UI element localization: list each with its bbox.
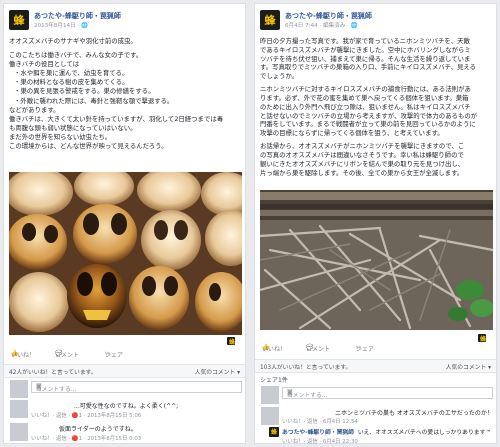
left-post: 蜂 あつたや-蜂駆り師・罠猟師 2013年8月14日 · 🌐 オオスズメバチのサ… [3, 3, 246, 444]
post-line: このこたちは働きバチで、みんな女の子です。 [9, 51, 143, 60]
comment-meta[interactable]: いいね！· 返信 · 🔴1 · 2013年8月15日 5:06 [31, 411, 141, 419]
comment-text: ...可愛な性なのですね。よく柔く(^^; [74, 403, 179, 410]
post-header: 蜂 あつたや-蜂駆り師・罠猟師 6月4日 7:44 · 編集済み · 🌐 [260, 9, 491, 33]
likes-count[interactable]: 42人がいいね！と言っています。 [9, 367, 97, 376]
post-line: この環境からは、どんな世界が映って見えるんだろう。 [9, 142, 168, 151]
post-line: 攻撃の目標にならずに帰ってくる個体を狙う、と考えています。 [260, 129, 444, 138]
page-name[interactable]: あつたや-蜂駆り師・罠猟師 [285, 11, 372, 21]
comment-author[interactable]: あつたや-蜂駆り師・罠猟師 いえ、オオスズメバチへの愛はしっかりあります™ [282, 427, 491, 436]
post-actions: 👍 いいね！ 💬 コメント ↪ シェア [262, 344, 375, 353]
avatar[interactable] [10, 380, 28, 398]
post-line: ・外敵に襲われた際には、毒針と強靭な顎で撃退する。 [14, 96, 174, 105]
post-line: であるキイロスズメバチが襲撃にきました。空中にホバリングしながらミ [260, 45, 471, 54]
post-line: 昨日の夕方撮った写真です。我が家で育っているニホンミツバチを、天敵 [260, 37, 470, 45]
comment-meta[interactable]: いいね！· 返信 · 🔴1 · 2013年8月15日 0:03 [31, 434, 141, 442]
likes-bar: 103人がいいね！と言っています。 人気のコメント ▾ [255, 359, 496, 373]
right-post: 蜂 あつたや-蜂駆り師・罠猟師 6月4日 7:44 · 編集済み · 🌐 昨日の… [254, 3, 497, 445]
post-line: ・巣の異を見張る警戒をする。巣の修繕をする。 [14, 87, 155, 96]
post-body: オオスズメバチのサナギや羽化寸前の成虫。 このこたちは働きバチで、みんな女の子で… [9, 37, 240, 151]
page-logo-icon[interactable]: 蜂 [260, 10, 280, 30]
post-timestamp[interactable]: 6月4日 7:44 · 編集済み · 🌐 [285, 21, 358, 29]
likes-bar: 42人がいいね！と言っています。 人気のコメント ▾ [4, 364, 245, 378]
post-line: ニホンミツバチに対するキイロスズメバチの捕食行動には、ある法則があ [260, 85, 471, 94]
post-line: ります。必ず、外で花の蜜を集めて巣へ戻ってくる個体を狙います。巣箱 [260, 93, 469, 102]
likes-count[interactable]: 103人がいいね！と言っています。 [260, 362, 351, 371]
avatar[interactable] [261, 407, 279, 425]
post-line: 働きバチは、大きくて太い針を持っていますが、羽化して2日経つまでは毒 [9, 114, 224, 123]
hornet-pupae-photo[interactable] [9, 172, 242, 335]
post-line: でしょうか。 [260, 72, 299, 81]
camera-icon[interactable]: ◙ [36, 384, 238, 390]
post-line: オオスズメバチのサナギや羽化寸前の成虫。 [9, 37, 137, 45]
comment-meta[interactable]: いいね！· 返信 · 6月4日 22:30 [282, 437, 358, 445]
page-logo-icon[interactable]: 蜂 [9, 10, 29, 30]
commenter-logo-icon[interactable]: 蜂 [227, 337, 235, 346]
post-line: お話帰から、オオスズメバチがニホンミツバチを襲撃にきますので、こ [260, 142, 465, 151]
beehive-entrance-photo[interactable] [260, 190, 493, 330]
avatar[interactable]: 蜂 [269, 427, 279, 437]
post-line: 働きバチの役目としては [9, 60, 79, 69]
comment-sort[interactable]: 人気のコメント ▾ [195, 367, 240, 376]
comment-input[interactable]: コメントする... ◙ [282, 387, 493, 399]
comment-sort[interactable]: 人気のコメント ▾ [446, 362, 491, 371]
page-name[interactable]: あつたや-蜂駆り師・罠猟師 [34, 11, 121, 21]
camera-icon[interactable]: ◙ [287, 390, 489, 396]
avatar[interactable] [10, 423, 28, 441]
post-line: す。写真取りでミツバチの巣箱の入り口、手前にキイロスズメバチ、見える [260, 63, 477, 72]
avatar[interactable] [261, 386, 279, 404]
post-line: 片っ端から巣を駆除します。その後、全ての巣から女王が全滅します。 [260, 168, 464, 177]
comment-meta[interactable]: いいね！· 返信 · 6月4日 12:54 [282, 417, 358, 425]
avatar[interactable] [10, 400, 28, 418]
post-line: などがあります。 [9, 105, 60, 114]
post-line: も両腹な頭も弱い状態になっていはいない。 [9, 123, 137, 132]
post-timestamp[interactable]: 2013年8月14日 · 🌐 [34, 21, 88, 29]
post-line: ・水や餌を巣に運んで、幼虫を育てる。 [14, 69, 129, 78]
comment-text: ニホンミツバチの巣も オオスズメバチのエサだったのか！ [335, 410, 493, 417]
comment-text: 仮面ライダーのようですね。 [59, 426, 137, 433]
post-line: の写真のオオスズメバチは間違いなさそうです。幸い私は蜂駆り師ので [260, 150, 464, 159]
post-line: 観いにきたオオスズメバチにリボンを結んで巣の取り元を見つけ出し、 [260, 159, 465, 168]
comment-input[interactable]: コメントする... ◙ [31, 381, 242, 393]
shares-count[interactable]: シェア1件 [260, 375, 288, 384]
commenter-logo-icon[interactable]: 蜂 [478, 334, 486, 343]
post-line: のために出入り外門へ飛び立つ隙は、狙いません。私はキイロスズメバチ [260, 102, 471, 111]
post-actions: 👍 いいね！ 💬 コメント ↪ シェア [11, 350, 124, 359]
post-header: 蜂 あつたや-蜂駆り師・罠猟師 2013年8月14日 · 🌐 [9, 9, 240, 33]
post-line: 門番をしています。まるで戦闘者が立って巣の前を見回っているかのように [260, 120, 476, 129]
post-line: まだ外の世界を知らない幼虫たち。 [9, 132, 112, 141]
post-body: 昨日の夕方撮った写真です。我が家で育っているニホンミツバチを、天敵 であるキイロ… [260, 37, 491, 177]
